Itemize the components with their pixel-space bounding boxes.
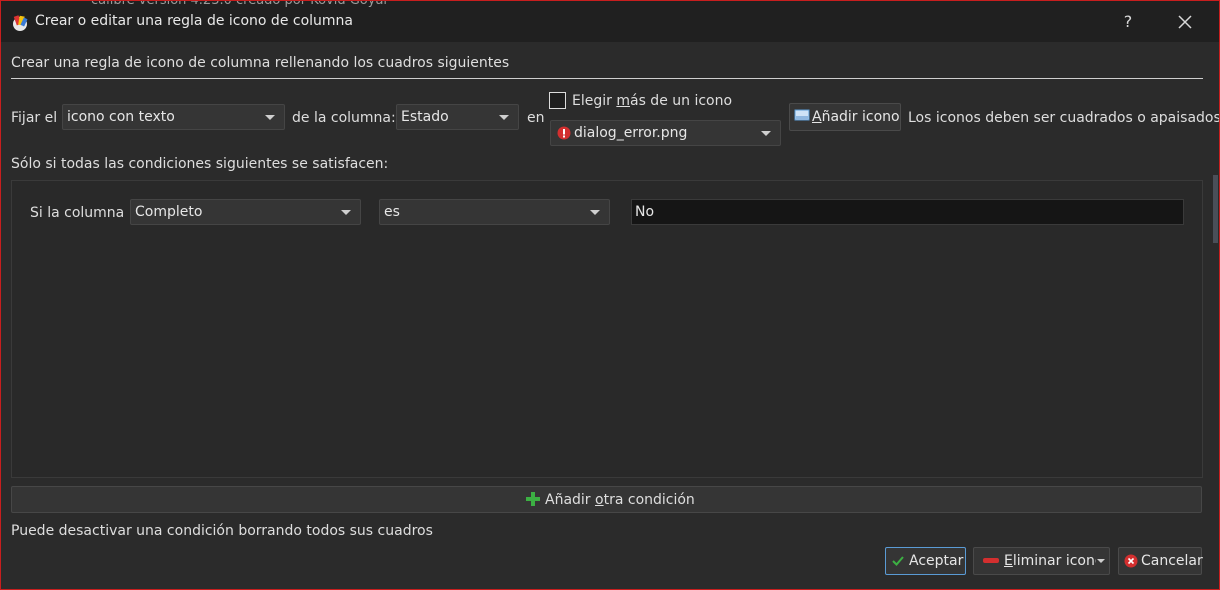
image-add-icon (794, 109, 810, 121)
checkmark-icon (892, 556, 904, 566)
title-bar: calibre versión 4.23.0 creado por Kovid … (1, 0, 1219, 42)
close-icon (1178, 15, 1192, 29)
condition-label: Si la columna (30, 205, 125, 221)
calibre-app-icon (13, 15, 28, 31)
close-button[interactable] (1171, 9, 1199, 35)
chevron-down-icon (265, 115, 275, 120)
background-window-title: calibre versión 4.23.0 creado por Kovid … (91, 0, 388, 8)
cancel-icon (1124, 554, 1138, 568)
icon-kind-value: icono con texto (67, 109, 175, 125)
column-combo[interactable]: Estado (396, 104, 519, 130)
in-label: en (527, 110, 545, 126)
icons-note: Los iconos deben ser cuadrados o apaisad… (908, 110, 1220, 126)
remove-icon-label: Eliminar icono (1004, 553, 1096, 569)
chevron-down-icon (761, 131, 771, 136)
ok-label: Aceptar (909, 553, 964, 569)
condition-operator-value: es (384, 204, 400, 220)
cancel-button[interactable]: Cancelar (1118, 547, 1203, 575)
plus-icon (526, 492, 540, 506)
icon-file-combo[interactable]: dialog_error.png (550, 120, 781, 146)
icon-kind-combo[interactable]: icono con texto (62, 104, 285, 130)
set-label: Fijar el (11, 110, 58, 126)
chevron-down-icon (1097, 559, 1105, 563)
condition-value-input[interactable]: No (631, 199, 1184, 225)
add-icon-button[interactable]: Añadir icono (789, 103, 901, 131)
add-icon-label: Añadir icono (812, 109, 900, 125)
column-value: Estado (401, 109, 449, 125)
hint-text: Puede desactivar una condición borrando … (11, 523, 433, 539)
condition-column-value: Completo (135, 204, 203, 220)
conditions-heading: Sólo si todas las condiciones siguientes… (11, 156, 389, 172)
dialog-title: Crear o editar una regla de icono de col… (35, 13, 354, 29)
column-label: de la columna: (292, 110, 396, 126)
condition-value-text: No (635, 204, 655, 220)
chevron-down-icon (499, 115, 509, 120)
instructions-text: Crear una regla de icono de columna rell… (11, 55, 510, 71)
chevron-down-icon (341, 210, 351, 215)
error-icon (557, 126, 571, 140)
ok-button[interactable]: Aceptar (885, 547, 966, 575)
remove-icon-button[interactable]: Eliminar icono (973, 547, 1110, 575)
chevron-down-icon (590, 210, 600, 215)
help-button[interactable]: ? (1114, 9, 1142, 35)
remove-icon (983, 558, 999, 563)
background-scrollbar (1213, 175, 1218, 243)
add-condition-label: Añadir otra condición (545, 492, 695, 508)
multiple-icons-label: Elegir más de un icono (572, 93, 733, 109)
condition-column-combo[interactable]: Completo (130, 199, 361, 225)
icon-file-value: dialog_error.png (574, 125, 688, 141)
condition-operator-combo[interactable]: es (379, 199, 610, 225)
cancel-label: Cancelar (1141, 553, 1203, 569)
multiple-icons-checkbox[interactable] (549, 92, 566, 109)
separator-line (11, 78, 1203, 79)
add-condition-button[interactable]: Añadir otra condición (11, 486, 1202, 513)
